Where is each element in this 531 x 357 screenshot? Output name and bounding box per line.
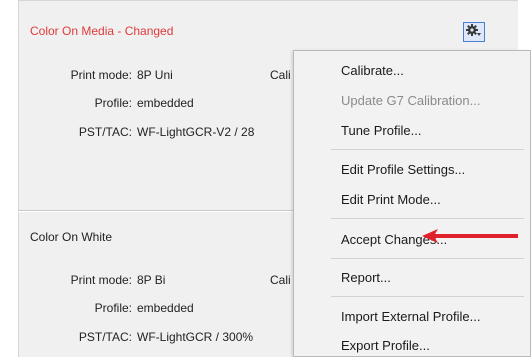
profile-value: embedded <box>137 96 194 110</box>
menu-item-tune-profile[interactable]: Tune Profile... <box>341 123 421 138</box>
pst-tac-value: WF-LightGCR / 300% <box>137 330 254 344</box>
menu-item-edit-print-mode[interactable]: Edit Print Mode... <box>341 192 441 207</box>
panel-left-border <box>18 0 19 357</box>
menu-item-report[interactable]: Report... <box>341 270 391 285</box>
profile-label: Profile: <box>94 301 132 315</box>
menu-item-export-profile[interactable]: Export Profile... <box>341 338 430 353</box>
panel-top-border <box>18 0 518 1</box>
pst-tac-label: PST/TAC: <box>78 330 132 344</box>
section-title-color-on-media: Color On Media - Changed <box>30 24 174 38</box>
print-mode-value: 8P Uni <box>137 68 173 82</box>
settings-menu-button[interactable] <box>463 22 485 42</box>
gear-icon <box>466 23 482 42</box>
pst-tac-value: WF-LightGCR-V2 / 28 <box>137 125 255 139</box>
red-arrow-icon <box>420 228 520 249</box>
menu-item-update-g7-calibration[interactable]: Update G7 Calibration... <box>341 93 480 108</box>
calibration-label: Cali <box>270 273 291 287</box>
context-menu: Calibrate... Update G7 Calibration... Tu… <box>293 50 531 357</box>
profile-value: embedded <box>137 301 194 315</box>
pst-tac-label: PST/TAC: <box>78 125 132 139</box>
calibration-label: Cali <box>270 68 291 82</box>
menu-item-edit-profile-settings[interactable]: Edit Profile Settings... <box>341 162 465 177</box>
menu-item-calibrate[interactable]: Calibrate... <box>341 63 404 78</box>
profile-label: Profile: <box>94 96 132 110</box>
menu-separator <box>331 296 524 297</box>
section-title-color-on-white: Color On White <box>30 230 113 244</box>
print-mode-value: 8P Bi <box>137 273 166 287</box>
print-mode-label: Print mode: <box>70 273 132 287</box>
menu-separator <box>331 149 524 150</box>
menu-separator <box>331 218 524 219</box>
menu-item-import-external-profile[interactable]: Import External Profile... <box>341 309 480 324</box>
print-mode-label: Print mode: <box>70 68 132 82</box>
menu-separator <box>331 258 524 259</box>
